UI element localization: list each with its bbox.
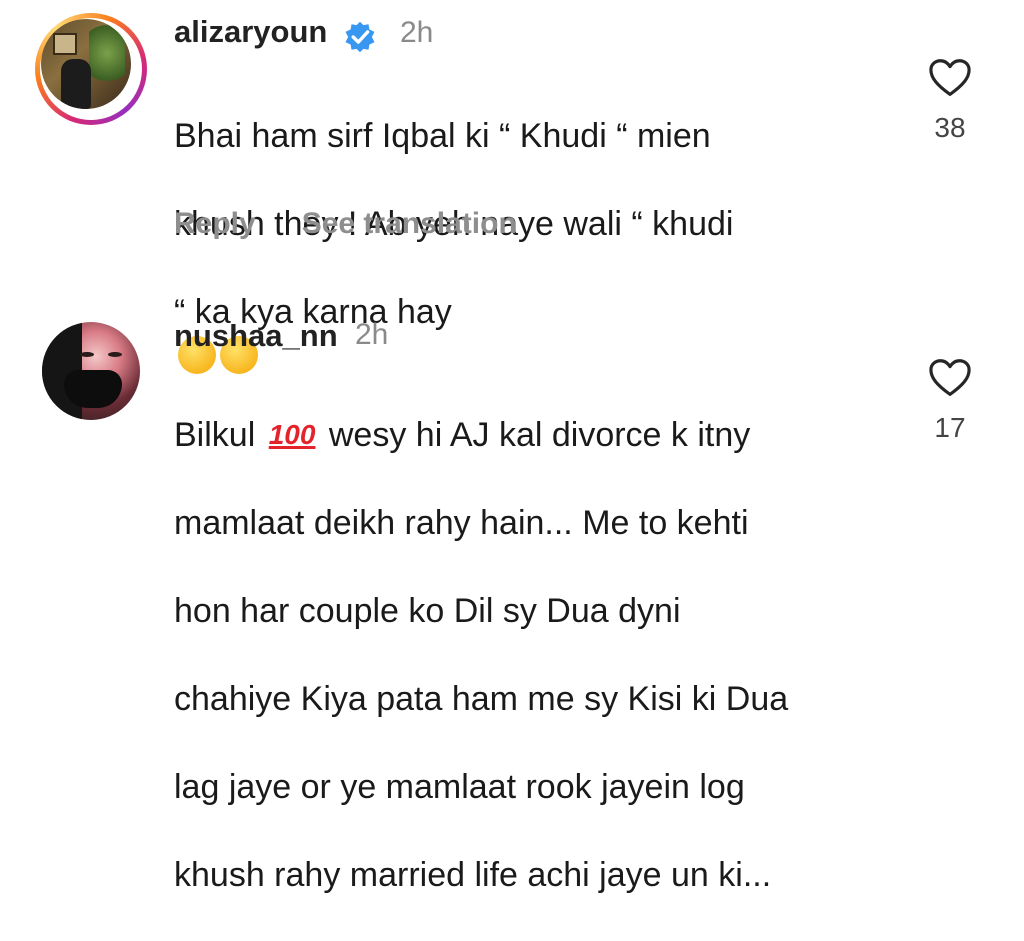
- avatar-nushaa_nn[interactable]: [42, 322, 140, 420]
- comment-actions: Reply See translation: [174, 207, 563, 241]
- verified-badge-icon: [345, 21, 375, 53]
- reply-button[interactable]: Reply: [174, 207, 256, 240]
- like-count: 17: [934, 412, 966, 443]
- like-heart-icon[interactable]: [928, 58, 972, 98]
- comment-username[interactable]: nushaa_nn: [174, 318, 338, 354]
- see-translation-button[interactable]: See translation: [302, 207, 517, 240]
- comment-timestamp: 2h: [400, 16, 434, 49]
- comment-text: Bilkul 100 wesy hi AJ kal divorce k itny…: [174, 369, 894, 941]
- comment-username[interactable]: alizaryoun: [174, 14, 327, 50]
- avatar-photo: [41, 19, 131, 109]
- like-heart-icon[interactable]: [928, 358, 972, 398]
- avatar-alizaryoun[interactable]: [35, 13, 147, 125]
- hundred-points-emoji: 100: [268, 419, 316, 450]
- comment-timestamp: 2h: [355, 318, 389, 351]
- like-count: 38: [934, 112, 966, 143]
